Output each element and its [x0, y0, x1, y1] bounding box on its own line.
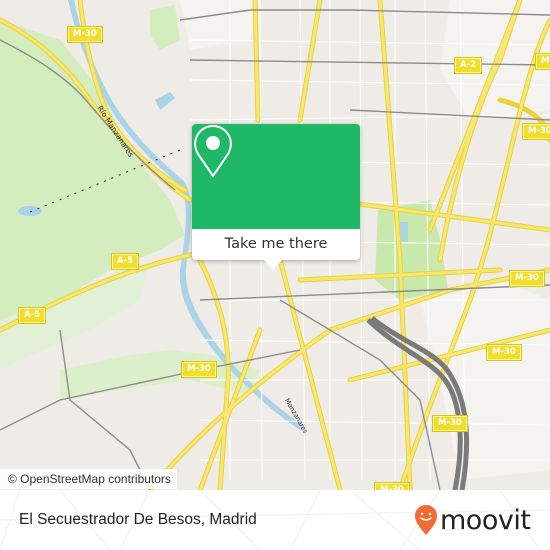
moovit-pin-icon: [415, 505, 437, 535]
lake-north: [155, 92, 175, 110]
popup-header: [192, 124, 360, 229]
osm-attribution[interactable]: © OpenStreetMap contributors: [0, 469, 177, 489]
popup-pointer: [264, 260, 282, 270]
road-shield-m30: M-30: [535, 53, 550, 70]
park-north: [150, 5, 180, 50]
footer: El Secuestrador De Besos, Madrid moovit: [0, 490, 550, 550]
moovit-wordmark: moovit: [440, 504, 531, 536]
place-name: El Secuestrador De Besos, Madrid: [19, 511, 257, 528]
moovit-logo[interactable]: moovit: [414, 500, 531, 540]
pond-retiro: [400, 222, 408, 242]
road-shield-m30: M-30: [432, 415, 468, 432]
road-shield-m30: M-30: [509, 270, 545, 287]
road-shield-a5: A-5: [110, 253, 140, 270]
location-popup: Take me there: [192, 124, 360, 270]
road-shield-m30: M-30: [486, 344, 522, 361]
road-shield-m30: M-30: [522, 123, 550, 140]
take-me-there-button[interactable]: Take me there: [192, 229, 360, 260]
road-shield-m30: M-30: [374, 482, 410, 490]
map-pin-icon: [194, 124, 232, 178]
road-shield-m30: M-30: [67, 26, 103, 43]
open-area: [180, 0, 260, 50]
road-shield-a5: A-5: [17, 307, 47, 324]
lake-casa-de-campo: [18, 206, 42, 216]
map[interactable]: M-30 A-2 M-30 M-30 A-5 A-5 M-30 M-30 M-3…: [0, 0, 550, 490]
road-shield-a2: A-2: [453, 57, 483, 74]
road-shield-m30: M-30: [181, 361, 217, 378]
